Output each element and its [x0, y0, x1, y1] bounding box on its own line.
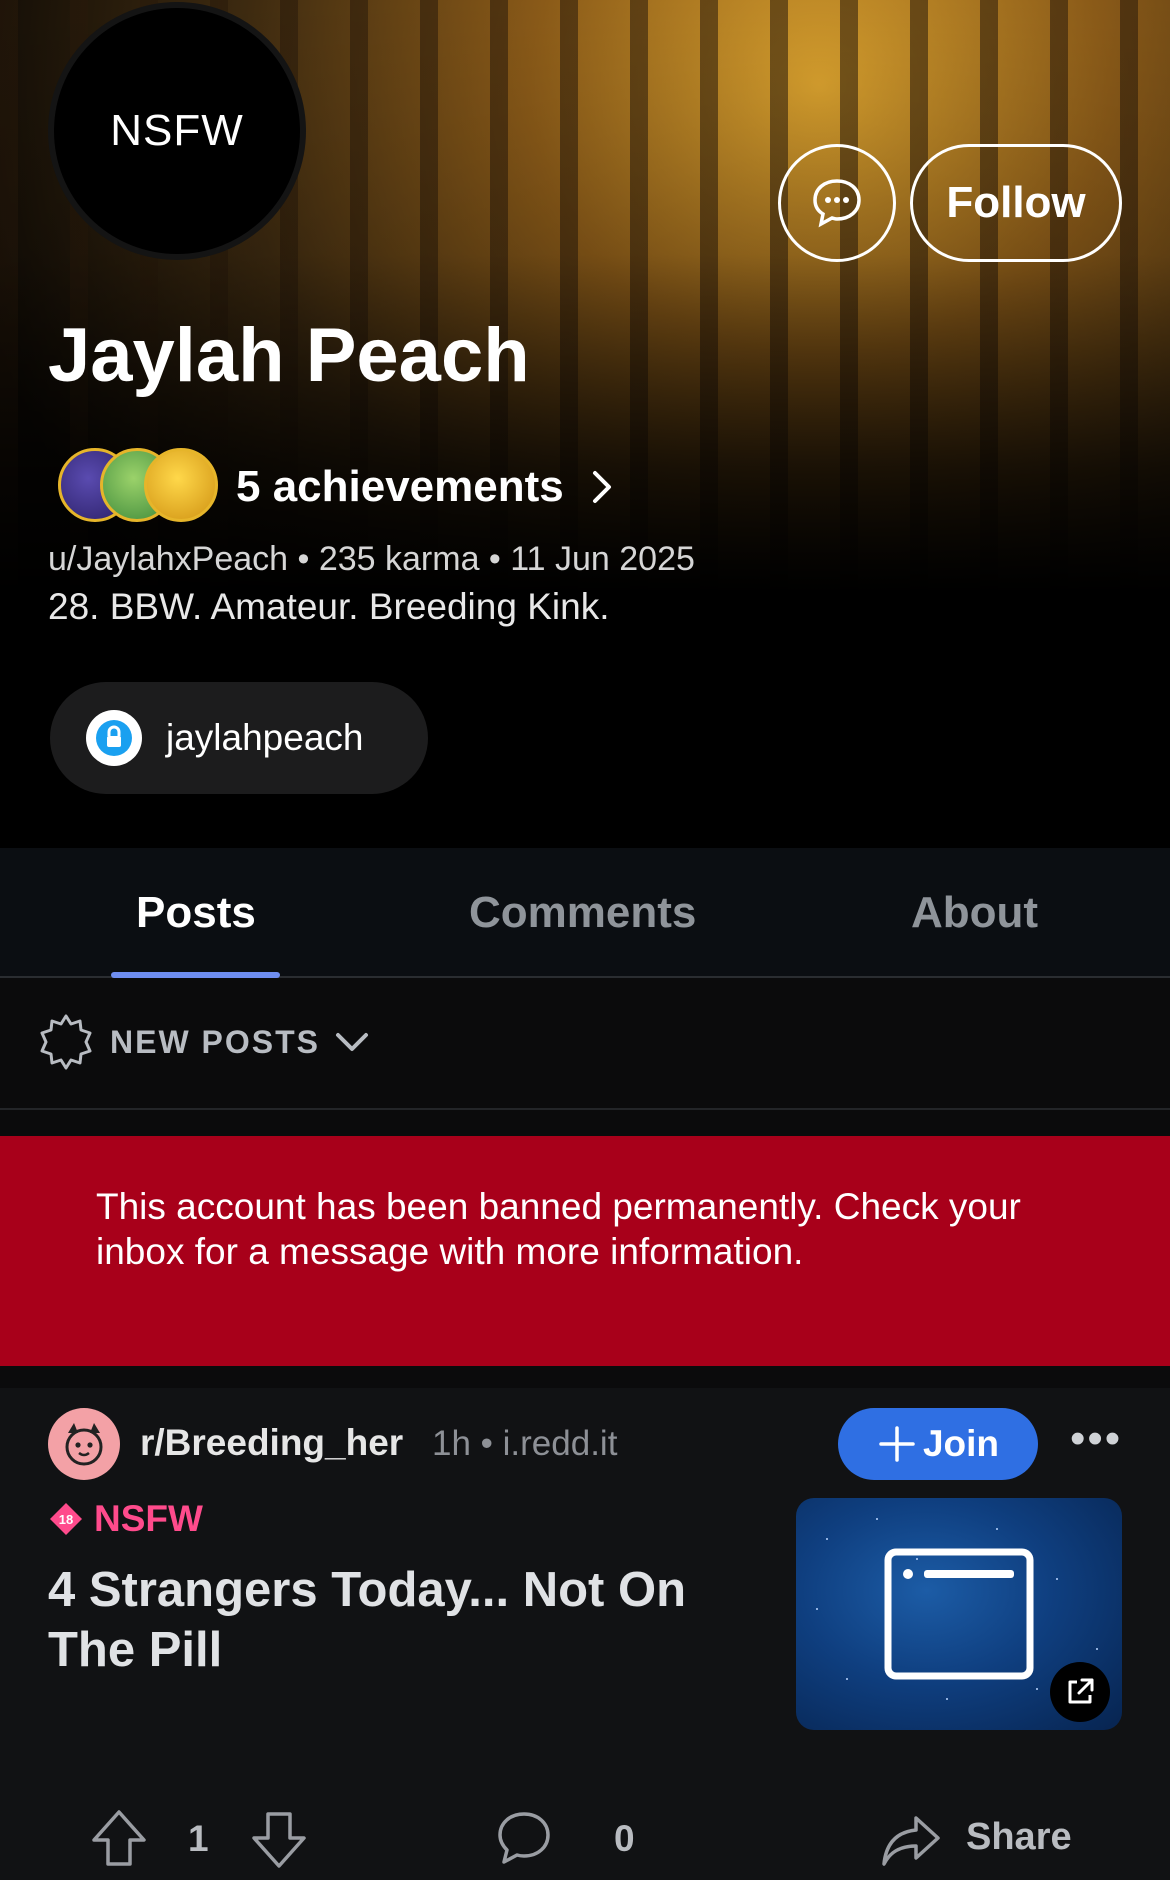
chat-button[interactable] — [778, 144, 896, 262]
post-meta: 1h • i.redd.it — [432, 1424, 618, 1463]
tab-posts[interactable]: Posts — [136, 888, 256, 938]
profile-tabs: Posts Comments About — [0, 848, 1170, 978]
chevron-down-icon — [336, 1033, 369, 1051]
avatar: NSFW — [48, 2, 306, 260]
external-link-icon[interactable] — [1050, 1662, 1110, 1722]
join-label: Join — [922, 1423, 1000, 1464]
ban-banner: This account has been banned permanently… — [0, 1136, 1170, 1366]
nsfw-label: NSFW — [94, 1498, 203, 1539]
social-link-button[interactable]: jaylahpeach — [50, 682, 428, 794]
achievement-badges-icon — [58, 448, 218, 526]
join-button[interactable]: Join — [838, 1408, 1038, 1480]
post-card[interactable]: r/Breeding_her 1h • i.redd.it Join ••• 1… — [0, 1388, 1170, 1880]
follow-button[interactable]: Follow — [910, 144, 1122, 262]
sort-label: NEW POSTS — [110, 1023, 321, 1060]
post-actions: 1 0 Share — [0, 1796, 1170, 1876]
nsfw-18-icon: 18 — [50, 1503, 82, 1535]
plus-icon — [879, 1426, 915, 1462]
achievements-label: 5 achievements — [236, 462, 564, 511]
lock-icon — [86, 710, 142, 766]
chevron-right-icon — [592, 471, 611, 503]
share-label[interactable]: Share — [966, 1816, 1072, 1859]
social-link-label: jaylahpeach — [166, 717, 364, 758]
active-tab-indicator — [111, 972, 280, 978]
upvote-count: 1 — [188, 1818, 209, 1859]
tab-comments[interactable]: Comments — [469, 888, 696, 938]
comment-count: 0 — [614, 1818, 635, 1859]
divider — [0, 1108, 1170, 1110]
downvote-icon[interactable] — [250, 1808, 308, 1870]
ban-message: This account has been banned permanently… — [96, 1186, 1021, 1272]
achievements-row[interactable]: 5 achievements — [58, 448, 614, 526]
share-icon[interactable] — [880, 1812, 942, 1868]
post-time: 1h — [432, 1424, 471, 1463]
post-domain: i.redd.it — [502, 1424, 618, 1463]
subreddit-icon[interactable] — [48, 1408, 120, 1480]
link-window-icon — [884, 1548, 1034, 1680]
more-options-icon[interactable]: ••• — [1070, 1414, 1122, 1464]
upvote-icon[interactable] — [90, 1808, 148, 1870]
profile-name: Jaylah Peach — [48, 313, 530, 398]
comment-icon[interactable] — [494, 1808, 554, 1868]
profile-bio: 28. BBW. Amateur. Breeding Kink. — [48, 586, 610, 627]
subreddit-name[interactable]: r/Breeding_her — [140, 1422, 403, 1464]
chat-bubble-icon — [813, 179, 861, 228]
svg-text:18: 18 — [59, 1512, 73, 1527]
sort-dropdown[interactable]: NEW POSTS — [36, 1012, 370, 1072]
avatar-text: NSFW — [110, 106, 244, 155]
post-title[interactable]: 4 Strangers Today... Not On The Pill — [48, 1560, 748, 1680]
tab-about[interactable]: About — [911, 888, 1038, 938]
profile-meta: u/JaylahxPeach • 235 karma • 11 Jun 2025 — [48, 540, 695, 578]
nsfw-tag: 18 NSFW — [48, 1498, 203, 1540]
sparkle-badge-icon — [40, 1014, 92, 1070]
